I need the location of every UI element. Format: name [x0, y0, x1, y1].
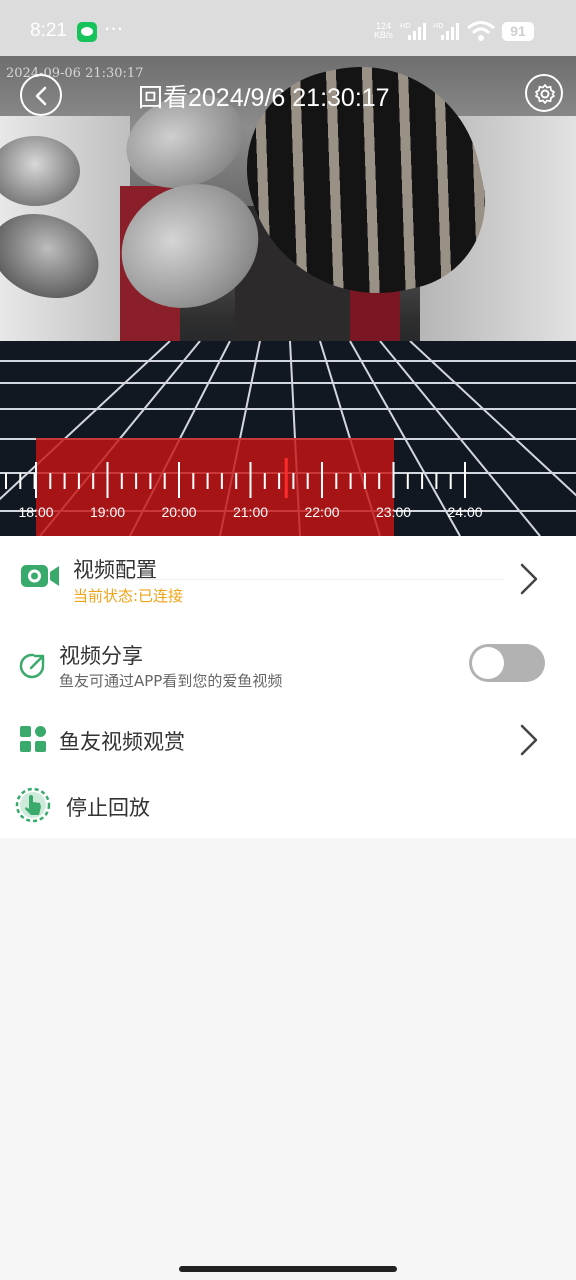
playback-timeline[interactable]: 18:00 19:00 20:00 21:00 22:00 23:00 24:00	[0, 436, 576, 536]
more-notifications-icon: ···	[104, 17, 124, 41]
stop-playback-icon	[15, 787, 51, 823]
timeline-hour-label: 19:00	[89, 504, 126, 520]
timeline-hour-label: 22:00	[304, 504, 340, 520]
timeline-hour-label: 20:00	[161, 504, 197, 520]
video-player[interactable]: 2024-09-06 21:30:17 回看2024/9/6 21:30:17 …	[0, 56, 576, 536]
video-share-toggle[interactable]	[469, 644, 545, 682]
chevron-right-icon	[520, 563, 538, 595]
fish-videos-row[interactable]: 鱼友视频观赏	[0, 708, 576, 774]
back-button[interactable]	[20, 74, 62, 116]
connection-status: 当前状态:已连接	[73, 587, 184, 605]
share-icon	[19, 653, 45, 679]
video-share-label: 视频分享	[59, 644, 143, 668]
video-share-description: 鱼友可通过APP看到您的爱鱼视频	[59, 672, 283, 690]
video-camera-icon	[21, 565, 59, 587]
timeline-ticks	[5, 458, 466, 498]
timeline-hour-label: 18:00	[18, 504, 54, 520]
fish-videos-label: 鱼友视频观赏	[59, 730, 185, 754]
settings-button[interactable]	[525, 74, 563, 112]
playback-title: 回看2024/9/6 21:30:17	[138, 84, 390, 112]
signal-icon-sim1: HD	[400, 22, 426, 40]
hd-label-sim1: HD	[400, 22, 411, 30]
timeline-hour-label: 21:00	[232, 504, 269, 520]
stop-playback-label: 停止回放	[66, 796, 150, 820]
battery-indicator: 91	[502, 22, 534, 41]
network-speed-unit: KB/s	[374, 30, 394, 40]
status-bar: 8:21 ··· 124 KB/s HD HD 91	[0, 0, 576, 56]
toggle-knob	[472, 647, 504, 679]
chevron-left-icon	[35, 86, 47, 106]
wechat-notification-icon	[77, 22, 97, 42]
status-time: 8:21	[30, 20, 67, 41]
chevron-right-icon	[520, 724, 538, 756]
divider	[73, 579, 503, 580]
timeline-hour-label: 24:00	[447, 504, 483, 520]
empty-content-area	[0, 838, 576, 1280]
network-speed: 124 KB/s	[374, 22, 393, 40]
signal-icon-sim2: HD	[433, 22, 459, 40]
video-config-row[interactable]: 视频配置 当前状态:已连接	[0, 536, 576, 622]
stop-playback-row[interactable]: 停止回放	[0, 774, 576, 838]
home-indicator[interactable]	[179, 1266, 397, 1272]
gear-icon	[535, 84, 555, 104]
timeline-hour-label: 23:00	[375, 504, 412, 520]
hd-label-sim2: HD	[433, 22, 444, 30]
grid-apps-icon	[20, 726, 46, 752]
wifi-icon	[467, 21, 495, 41]
